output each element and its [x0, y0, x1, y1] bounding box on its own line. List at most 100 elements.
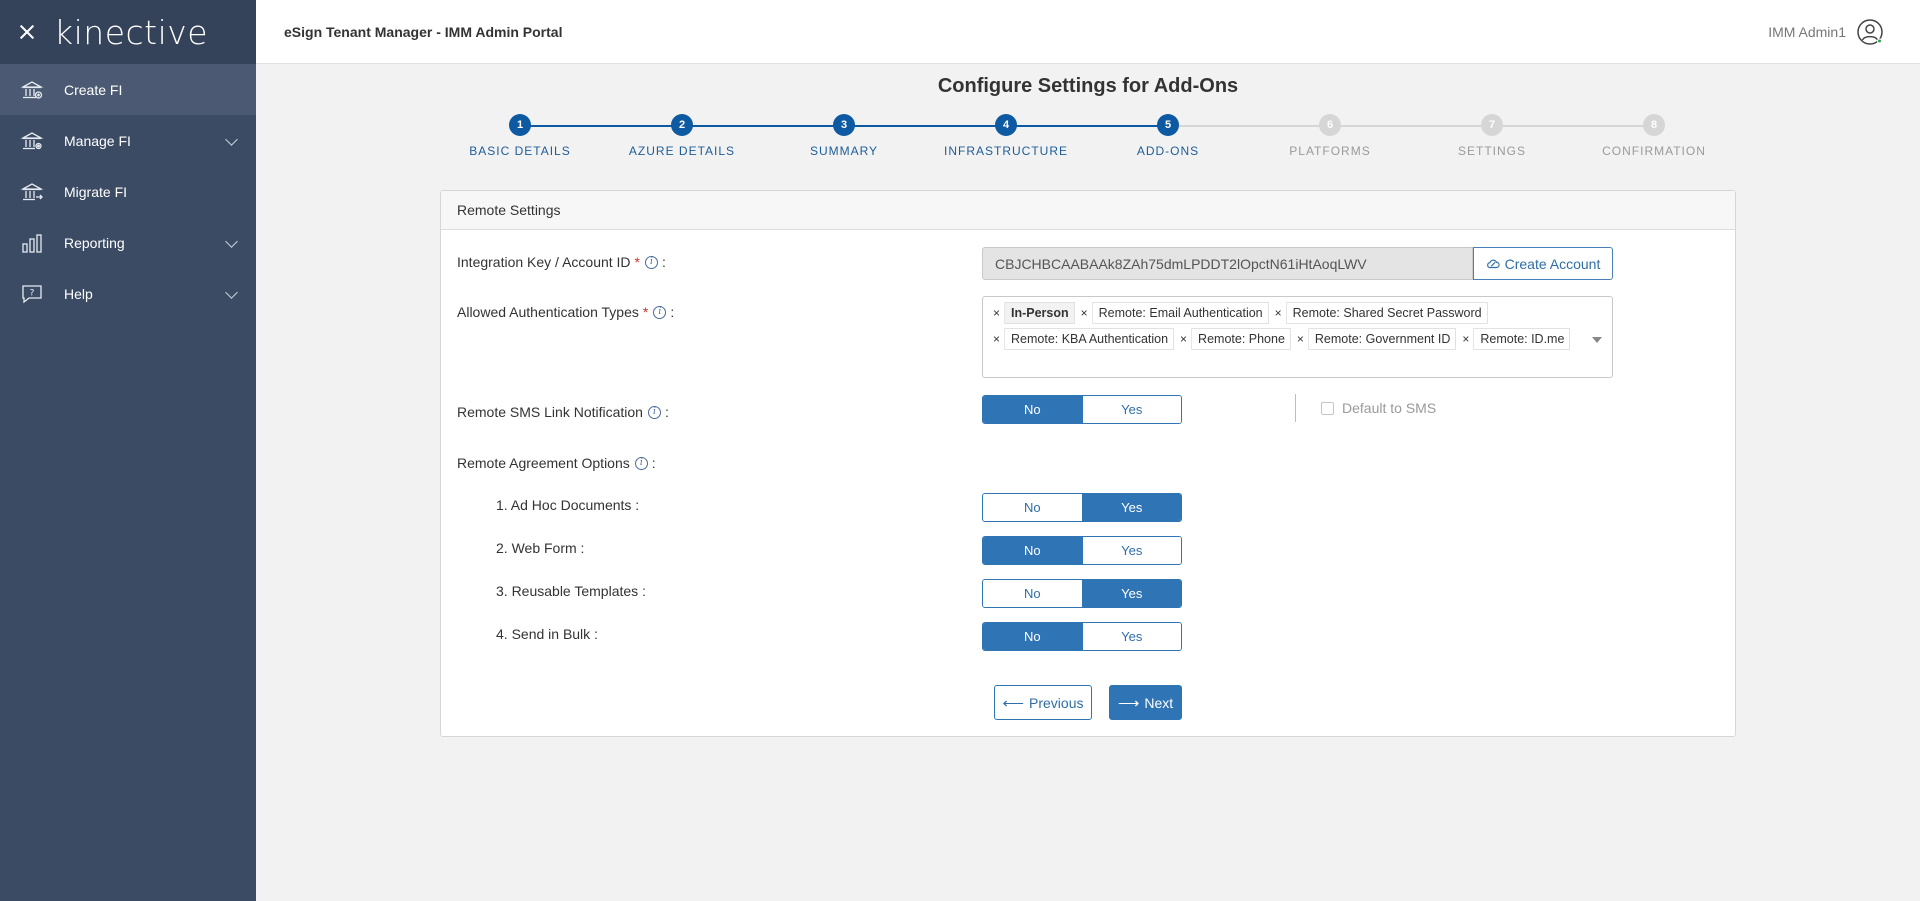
wizard-step-3: 3 SUMMARY — [769, 114, 919, 158]
tag-label: Remote: ID.me — [1474, 328, 1571, 350]
wizard-step-5: 5 ADD-ONS — [1093, 114, 1243, 158]
step-number: 3 — [833, 114, 855, 136]
auth-type-tag: × Remote: Phone — [1176, 328, 1291, 350]
cloud-edit-icon — [1486, 259, 1500, 268]
auth-type-tag: × Remote: Email Authentication — [1076, 302, 1269, 324]
sidebar-item-migrate-fi[interactable]: Migrate FI — [0, 166, 256, 217]
toggle-no-button[interactable]: No — [983, 537, 1082, 564]
step-label: ADD-ONS — [1136, 144, 1200, 158]
remove-tag-icon[interactable]: × — [1458, 328, 1475, 350]
wizard-step-2: 2 AZURE DETAILS — [607, 114, 757, 158]
reusable-templates-toggle[interactable]: No Yes — [982, 579, 1182, 608]
sidebar-item-help[interactable]: ? Help — [0, 268, 256, 319]
remove-tag-icon[interactable]: × — [989, 302, 1005, 324]
user-menu[interactable]: IMM Admin1 — [1768, 18, 1884, 46]
agreement-option-label: 3. Reusable Templates : — [496, 583, 646, 599]
step-number: 8 — [1643, 114, 1665, 136]
sidebar-item-label: Migrate FI — [64, 183, 128, 200]
arrow-right-icon: ⟶ — [1117, 694, 1140, 712]
toggle-yes-button[interactable]: Yes — [1081, 537, 1181, 564]
dropdown-caret-icon[interactable] — [1592, 337, 1602, 343]
step-label: BASIC DETAILS — [469, 144, 571, 158]
chevron-down-icon — [225, 235, 238, 248]
sidebar-item-label: Reporting — [64, 234, 125, 251]
toggle-no-button[interactable]: No — [983, 494, 1082, 521]
toggle-no-button[interactable]: No — [983, 396, 1082, 423]
required-mark: * — [634, 254, 640, 270]
send-in-bulk-toggle[interactable]: No Yes — [982, 622, 1182, 651]
wizard-step-1: 1 BASIC DETAILS — [445, 114, 595, 158]
agreement-options-label: Remote Agreement Options i : — [457, 455, 656, 471]
web-form-toggle[interactable]: No Yes — [982, 536, 1182, 565]
next-label: Next — [1144, 694, 1174, 711]
step-label: INFRASTRUCTURE — [944, 144, 1068, 158]
label-colon: : — [662, 254, 666, 270]
step-number: 4 — [995, 114, 1017, 136]
toggle-no-button[interactable]: No — [983, 623, 1082, 650]
wizard-step-8: 8 CONFIRMATION — [1579, 114, 1729, 158]
wizard-stepper: 1 BASIC DETAILS 2 AZURE DETAILS 3 SUMMARY 4 INF… — [439, 114, 1705, 164]
arrow-left-icon: ⟵ — [1002, 694, 1025, 712]
sidebar-item-manage-fi[interactable]: Manage FI — [0, 115, 256, 166]
tag-label: Remote: Government ID — [1308, 328, 1457, 350]
agreement-option-label: 1. Ad Hoc Documents : — [496, 497, 640, 513]
remove-tag-icon[interactable]: × — [1271, 302, 1287, 324]
agreement-option-label: 2. Web Form : — [496, 540, 585, 556]
integration-key-input[interactable]: CBJCHBCAABAAk8ZAh75dmLPDDT2lOpctN61iHtAo… — [982, 247, 1473, 280]
auth-types-multiselect[interactable]: × In-Person × Remote: Email Authentication ×… — [982, 296, 1613, 378]
create-account-button[interactable]: Create Account — [1473, 247, 1613, 280]
tag-label: Remote: Shared Secret Password — [1286, 302, 1488, 324]
toggle-yes-button[interactable]: Yes — [1081, 494, 1181, 521]
info-icon[interactable]: i — [653, 305, 667, 319]
sms-notification-label-text: Remote SMS Link Notification — [457, 404, 643, 420]
remove-tag-icon[interactable]: × — [1293, 328, 1309, 350]
remove-tag-icon[interactable]: × — [1176, 328, 1193, 350]
step-label: AZURE DETAILS — [628, 144, 736, 158]
sidebar-item-label: Manage FI — [64, 132, 131, 149]
user-avatar-icon[interactable] — [1856, 18, 1884, 46]
info-icon[interactable]: i — [647, 405, 661, 419]
sidebar-item-label: Create FI — [64, 81, 123, 98]
chevron-down-icon — [225, 133, 238, 146]
step-number: 1 — [509, 114, 531, 136]
toggle-yes-button[interactable]: Yes — [1081, 396, 1181, 423]
bar-chart-icon — [22, 233, 42, 253]
sms-notification-toggle[interactable]: No Yes — [982, 395, 1182, 424]
svg-text:?: ? — [30, 288, 35, 298]
sidebar-item-create-fi[interactable]: Create FI — [0, 64, 256, 115]
previous-label: Previous — [1029, 694, 1084, 711]
integration-key-label: Integration Key / Account ID * i : — [457, 254, 666, 270]
auth-type-tag: × Remote: KBA Authentication — [989, 328, 1175, 350]
step-number: 7 — [1481, 114, 1503, 136]
remove-tag-icon[interactable]: × — [989, 328, 1005, 350]
bank-settings-icon — [20, 131, 44, 149]
toggle-yes-button[interactable]: Yes — [1081, 623, 1181, 650]
chevron-down-icon — [225, 286, 238, 299]
label-colon: : — [651, 455, 656, 471]
card-title: Remote Settings — [441, 191, 1735, 230]
sidebar-item-reporting[interactable]: Reporting — [0, 217, 256, 268]
default-to-sms-checkbox[interactable] — [1321, 401, 1334, 415]
remove-tag-icon[interactable]: × — [1077, 302, 1093, 324]
auth-types-label-text: Allowed Authentication Types — [457, 304, 639, 320]
wizard-step-7: 7 SETTINGS — [1417, 114, 1567, 158]
previous-button[interactable]: ⟵ Previous — [994, 685, 1092, 720]
tag-label: Remote: KBA Authentication — [1005, 328, 1175, 350]
info-icon[interactable]: i — [634, 456, 648, 470]
auth-type-tag: × Remote: ID.me — [1458, 328, 1571, 350]
step-label: PLATFORMS — [1289, 144, 1371, 158]
toggle-no-button[interactable]: No — [983, 580, 1082, 607]
remote-settings-card: Remote Settings Integration Key / Accoun… — [440, 190, 1736, 737]
ad-hoc-documents-toggle[interactable]: No Yes — [982, 493, 1182, 522]
default-to-sms-option: Default to SMS — [1321, 400, 1436, 416]
step-number: 2 — [671, 114, 693, 136]
sidebar-brand: kinective — [0, 0, 256, 64]
label-colon: : — [670, 304, 675, 320]
next-button[interactable]: ⟶ Next — [1109, 685, 1182, 720]
close-icon[interactable] — [18, 23, 36, 41]
toggle-yes-button[interactable]: Yes — [1081, 580, 1181, 607]
sidebar: kinective Create FI Manage FI Migrate FI — [0, 0, 256, 901]
bank-migrate-icon — [20, 182, 44, 200]
step-label: CONFIRMATION — [1602, 144, 1706, 158]
info-icon[interactable]: i — [645, 255, 658, 269]
